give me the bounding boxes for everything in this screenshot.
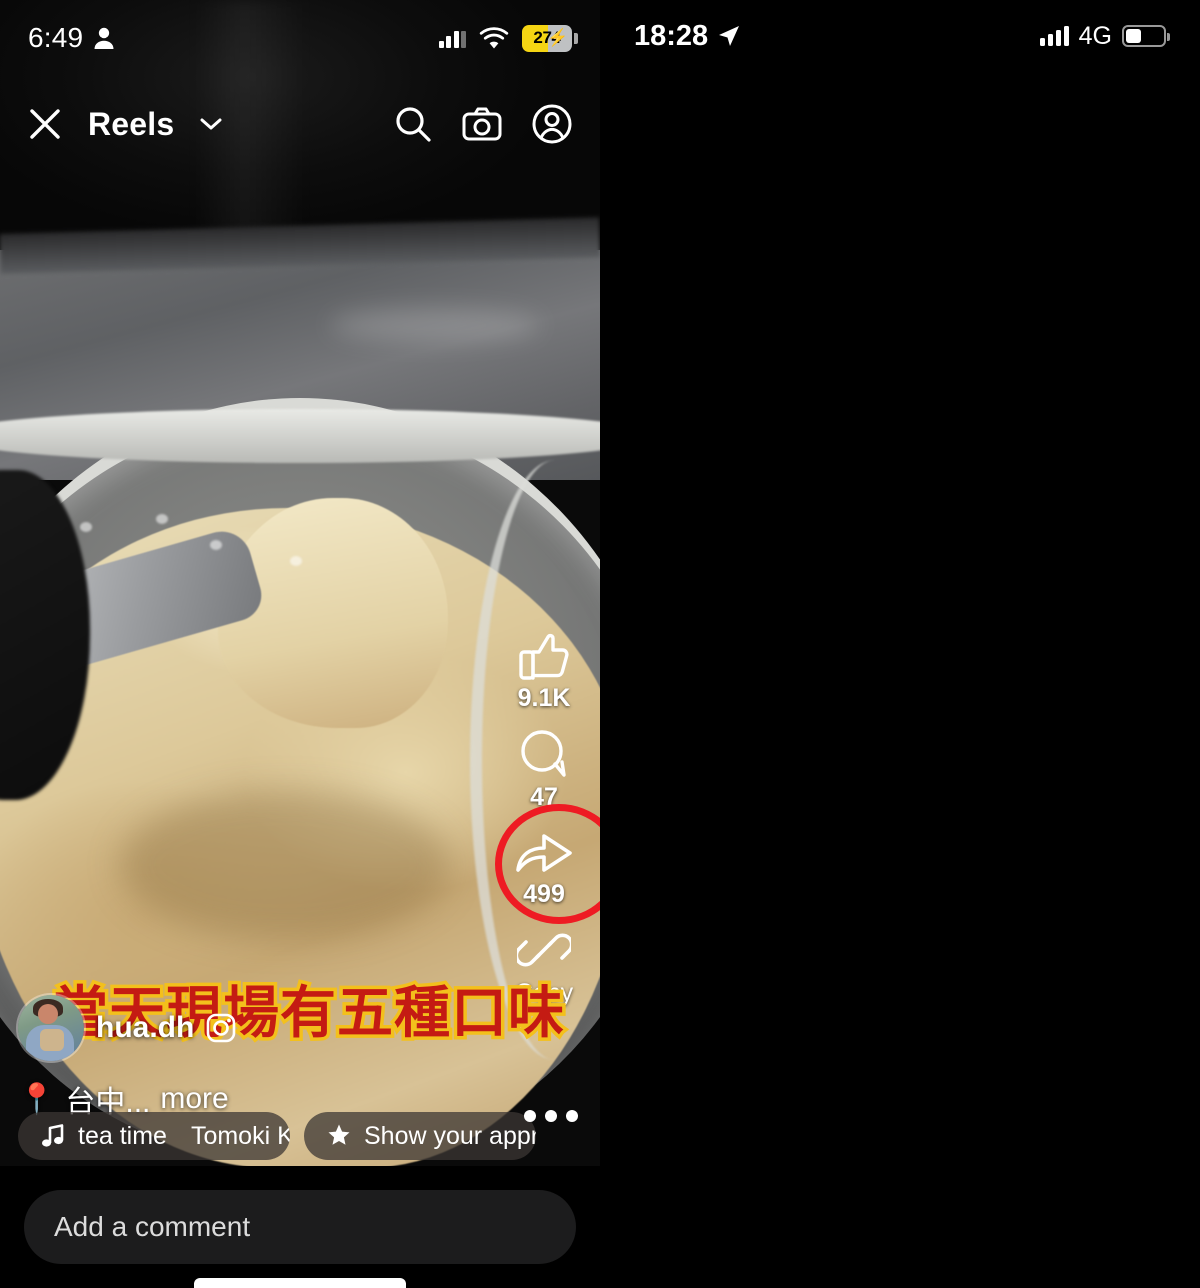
- close-icon[interactable]: [28, 107, 62, 141]
- like-button[interactable]: 9.1K: [517, 628, 571, 713]
- right-status-clock: 18:28: [634, 19, 709, 52]
- reels-header: Reels: [0, 88, 600, 160]
- music-pill[interactable]: tea time Tomoki Kiku: [18, 1112, 290, 1160]
- cellular-signal-icon: [1039, 26, 1069, 46]
- home-indicator-left: [194, 1278, 406, 1288]
- music-note-icon: [40, 1123, 66, 1149]
- account-circle-icon[interactable]: [532, 104, 572, 144]
- video-dough-shadow: [120, 790, 450, 940]
- right-status-indicators: 4G: [1039, 21, 1170, 51]
- star-sparkle-icon: [326, 1123, 352, 1149]
- instagram-icon: [206, 1013, 236, 1043]
- music-title: tea time: [78, 1121, 167, 1150]
- wifi-icon: [479, 26, 509, 50]
- cellular-signal-icon: [438, 29, 466, 48]
- camera-icon[interactable]: [462, 107, 502, 141]
- search-icon[interactable]: [394, 105, 432, 143]
- more-horizontal-icon[interactable]: [524, 1110, 578, 1122]
- facebook-reels-screen: 6:49 274 ⚡ Reels 9.1K 47 499 Copy 當天現場有五…: [0, 0, 600, 1288]
- location-arrow-icon: [717, 24, 741, 48]
- network-type-label: 4G: [1078, 21, 1112, 50]
- page-title: Reels: [88, 105, 175, 142]
- appreciate-text: Show your appreci: [364, 1121, 536, 1150]
- charging-bolt-icon: ⚡: [547, 27, 568, 47]
- more-link[interactable]: more: [160, 1082, 228, 1116]
- comment-input[interactable]: Add a comment: [24, 1190, 576, 1264]
- thumbs-up-icon: [517, 628, 571, 682]
- reels-header-actions: [394, 104, 572, 144]
- comment-bubble-icon: [517, 727, 571, 781]
- left-status-indicators: 274 ⚡: [438, 24, 578, 52]
- reels-header-left: Reels: [28, 106, 222, 143]
- reel-action-rail: 9.1K 47 499 Copy: [495, 628, 600, 1022]
- reel-meta: hua.dh 📍 台中... more: [18, 995, 538, 1121]
- like-count: 9.1K: [517, 684, 571, 712]
- comment-bar: Add a comment: [0, 1166, 600, 1288]
- person-icon: [93, 26, 115, 50]
- video-bowl-speckles: [60, 510, 360, 580]
- ios-share-sheet-screen: 18:28 4G ··: [600, 0, 1200, 1288]
- reel-pill-row: tea time Tomoki Kiku Show your appreci: [18, 1112, 536, 1160]
- appreciate-pill[interactable]: Show your appreci: [304, 1112, 536, 1160]
- avatar[interactable]: [18, 995, 84, 1061]
- share-button[interactable]: 499: [495, 804, 600, 924]
- dual-screenshot: 6:49 274 ⚡ Reels 9.1K 47 499 Copy 當天現場有五…: [0, 0, 1200, 1288]
- chevron-down-icon[interactable]: [200, 117, 222, 131]
- left-status-bar: 6:49 274 ⚡: [0, 0, 600, 76]
- comment-placeholder: Add a comment: [54, 1211, 251, 1242]
- music-artist: Tomoki Kiku: [190, 1121, 290, 1150]
- battery-icon: [1122, 25, 1170, 47]
- battery-indicator: 274 ⚡: [522, 24, 578, 52]
- share-count: 499: [523, 880, 565, 908]
- left-status-time-group: 6:49: [28, 22, 115, 54]
- author-username[interactable]: hua.dh: [96, 1011, 194, 1045]
- comment-button[interactable]: 47: [517, 727, 571, 812]
- author-row[interactable]: hua.dh: [18, 995, 538, 1061]
- left-status-clock: 6:49: [28, 22, 84, 53]
- share-arrow-icon: [515, 826, 573, 878]
- comment-count: 47: [530, 783, 558, 811]
- right-status-bar: 18:28 4G: [600, 0, 1200, 72]
- right-status-time-group: 18:28: [634, 20, 741, 53]
